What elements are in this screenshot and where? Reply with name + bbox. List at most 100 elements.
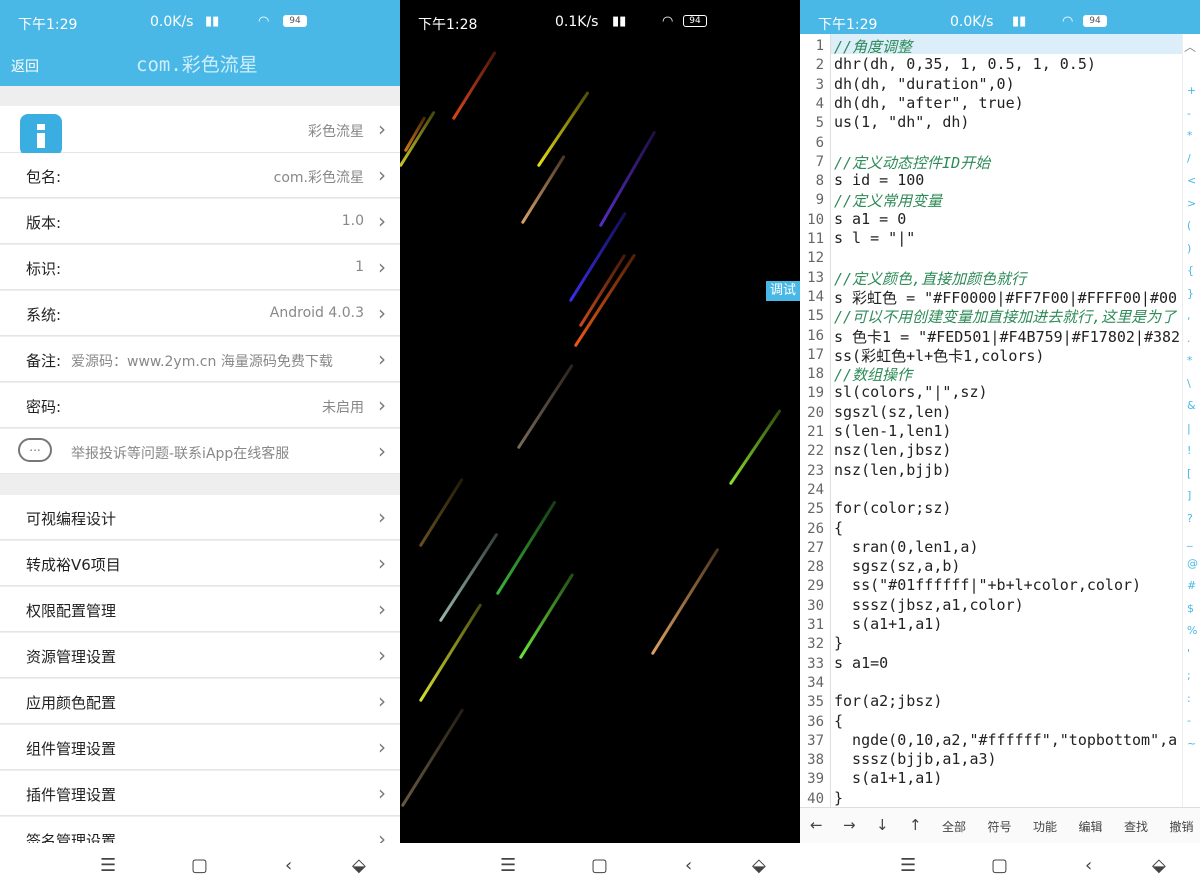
toolbar-button[interactable]: 功能 bbox=[1033, 818, 1057, 835]
symbol-key[interactable]: & bbox=[1187, 399, 1196, 412]
code-line[interactable]: us(1, "dh", dh) bbox=[834, 113, 969, 131]
arrow-key[interactable]: ↓ bbox=[876, 816, 889, 834]
symbol-key[interactable]: } bbox=[1187, 287, 1194, 300]
back-icon[interactable]: ‹ bbox=[1085, 855, 1092, 876]
code-line[interactable]: s a1 = 0 bbox=[834, 210, 906, 228]
code-line[interactable]: sl(colors,"|",sz) bbox=[834, 383, 988, 401]
symbol-key[interactable]: ' bbox=[1187, 647, 1190, 660]
home-icon[interactable]: ▢ bbox=[991, 855, 1008, 876]
code-line[interactable]: { bbox=[834, 712, 843, 730]
symbol-key[interactable]: . bbox=[1187, 332, 1191, 345]
symbol-key[interactable]: + bbox=[1187, 84, 1196, 97]
symbol-key[interactable]: $ bbox=[1187, 602, 1194, 615]
menu-item[interactable]: 应用颜色配置 › bbox=[0, 679, 400, 724]
code-line[interactable]: s l = "|" bbox=[834, 229, 915, 247]
code-line[interactable]: s a1=0 bbox=[834, 654, 888, 672]
code-line[interactable]: //定义动态控件ID开始 bbox=[834, 152, 990, 173]
toolbar-button[interactable]: 编辑 bbox=[1079, 818, 1103, 835]
info-row[interactable]: 包名: com.彩色流星 › bbox=[0, 153, 400, 198]
menu-icon[interactable]: ☰ bbox=[500, 855, 516, 876]
symbol-key[interactable]: : bbox=[1187, 692, 1191, 705]
symbol-key[interactable]: ( bbox=[1187, 219, 1191, 232]
symbol-key[interactable]: ~ bbox=[1187, 737, 1196, 750]
code-line[interactable]: ss(彩虹色+l+色卡1,colors) bbox=[834, 345, 1044, 366]
menu-icon[interactable]: ☰ bbox=[100, 855, 116, 876]
code-line[interactable]: //定义常用变量 bbox=[834, 190, 942, 211]
symbol-key[interactable]: % bbox=[1187, 624, 1197, 637]
code-line[interactable]: } bbox=[834, 789, 843, 807]
symbol-key[interactable]: ) bbox=[1187, 242, 1191, 255]
menu-item[interactable]: 组件管理设置 › bbox=[0, 725, 400, 770]
symbol-key[interactable]: _ bbox=[1187, 534, 1193, 547]
assistant-icon[interactable]: ⬙ bbox=[1152, 855, 1166, 876]
symbol-key[interactable]: ? bbox=[1187, 512, 1193, 525]
menu-item[interactable]: 插件管理设置 › bbox=[0, 771, 400, 816]
info-row[interactable]: 标识: 1 › bbox=[0, 245, 400, 290]
symbol-key[interactable]: * bbox=[1187, 354, 1193, 367]
menu-item[interactable]: 资源管理设置 › bbox=[0, 633, 400, 678]
code-line[interactable]: s(a1+1,a1) bbox=[834, 615, 942, 633]
code-line[interactable]: nsz(len,bjjb) bbox=[834, 461, 951, 479]
toolbar-button[interactable]: 撤销 bbox=[1170, 818, 1194, 835]
symbol-key[interactable]: - bbox=[1187, 107, 1191, 120]
symbol-key[interactable]: { bbox=[1187, 264, 1194, 277]
symbol-key[interactable]: # bbox=[1187, 579, 1196, 592]
info-row[interactable]: 系统: Android 4.0.3 › bbox=[0, 291, 400, 336]
app-name-row[interactable]: 彩色流星 › bbox=[0, 106, 400, 156]
code-line[interactable]: { bbox=[834, 519, 843, 537]
symbol-key[interactable]: @ bbox=[1187, 557, 1198, 570]
info-row[interactable]: 密码: 未启用 › bbox=[0, 383, 400, 428]
code-line[interactable]: for(a2;jbsz) bbox=[834, 692, 942, 710]
symbol-key[interactable]: ; bbox=[1187, 669, 1191, 682]
code-line[interactable]: dh(dh, "duration",0) bbox=[834, 75, 1015, 93]
code-line[interactable]: ss("#01ffffff|"+b+l+color,color) bbox=[834, 576, 1141, 594]
code-line[interactable]: s(len-1,len1) bbox=[834, 422, 951, 440]
code-line[interactable]: //定义颜色,直接加颜色就行 bbox=[834, 268, 1026, 289]
info-row[interactable]: 版本: 1.0 › bbox=[0, 199, 400, 244]
back-icon[interactable]: ‹ bbox=[685, 855, 692, 876]
menu-icon[interactable]: ☰ bbox=[900, 855, 916, 876]
code-line[interactable]: sran(0,len1,a) bbox=[834, 538, 978, 556]
symbol-key[interactable]: | bbox=[1187, 422, 1191, 435]
code-line[interactable]: s 彩虹色 = "#FF0000|#FF7F00|#FFFF00|#00 bbox=[834, 287, 1177, 308]
arrow-key[interactable]: ↑ bbox=[909, 816, 922, 834]
code-line[interactable]: //数组操作 bbox=[834, 364, 912, 385]
assistant-icon[interactable]: ⬙ bbox=[352, 855, 366, 876]
symbol-key[interactable]: ] bbox=[1187, 489, 1191, 502]
home-icon[interactable]: ▢ bbox=[191, 855, 208, 876]
toolbar-button[interactable]: 查找 bbox=[1124, 818, 1148, 835]
code-line[interactable]: dh(dh, "after", true) bbox=[834, 94, 1024, 112]
symbol-key[interactable]: / bbox=[1187, 152, 1191, 165]
code-line[interactable]: sssz(bjjb,a1,a3) bbox=[834, 750, 997, 768]
menu-item[interactable]: 可视编程设计 › bbox=[0, 495, 400, 540]
assistant-icon[interactable]: ⬙ bbox=[752, 855, 766, 876]
chevron-up-icon[interactable]: ︿ bbox=[1184, 38, 1196, 55]
code-line[interactable]: //角度调整 bbox=[834, 36, 912, 57]
code-line[interactable]: s(a1+1,a1) bbox=[834, 769, 942, 787]
symbol-key[interactable]: \ bbox=[1187, 377, 1191, 390]
debug-button[interactable]: 调试 bbox=[766, 281, 800, 301]
code-line[interactable]: } bbox=[834, 634, 843, 652]
back-icon[interactable]: ‹ bbox=[285, 855, 292, 876]
code-line[interactable]: dhr(dh, 0,35, 1, 0.5, 1, 0.5) bbox=[834, 55, 1096, 73]
menu-item[interactable]: 权限配置管理 › bbox=[0, 587, 400, 632]
code-line[interactable]: sgszl(sz,len) bbox=[834, 403, 951, 421]
toolbar-button[interactable]: 全部 bbox=[942, 818, 966, 835]
info-row[interactable]: 备注: 爱源码：www.2ym.cn 海量源码免费下载 › bbox=[0, 337, 400, 382]
symbol-key[interactable]: , bbox=[1187, 309, 1191, 322]
home-icon[interactable]: ▢ bbox=[591, 855, 608, 876]
symbol-key[interactable]: - bbox=[1187, 714, 1191, 727]
arrow-key[interactable]: → bbox=[843, 816, 856, 834]
toolbar-button[interactable]: 符号 bbox=[988, 818, 1012, 835]
symbol-key[interactable]: ! bbox=[1187, 444, 1191, 457]
report-row[interactable]: ... 举报投诉等问题-联系iApp在线客服 › bbox=[0, 429, 400, 474]
code-line[interactable]: s 色卡1 = "#FED501|#F4B759|#F17802|#382 bbox=[834, 326, 1180, 347]
symbol-key[interactable]: > bbox=[1187, 197, 1196, 210]
code-line[interactable]: for(color;sz) bbox=[834, 499, 951, 517]
back-button[interactable]: 返回 bbox=[11, 56, 39, 76]
symbol-key[interactable]: < bbox=[1187, 174, 1196, 187]
symbol-key[interactable]: [ bbox=[1187, 467, 1191, 480]
code-line[interactable]: ngde(0,10,a2,"#ffffff","topbottom",a bbox=[834, 731, 1177, 749]
code-line[interactable]: nsz(len,jbsz) bbox=[834, 441, 951, 459]
code-line[interactable]: s id = 100 bbox=[834, 171, 924, 189]
